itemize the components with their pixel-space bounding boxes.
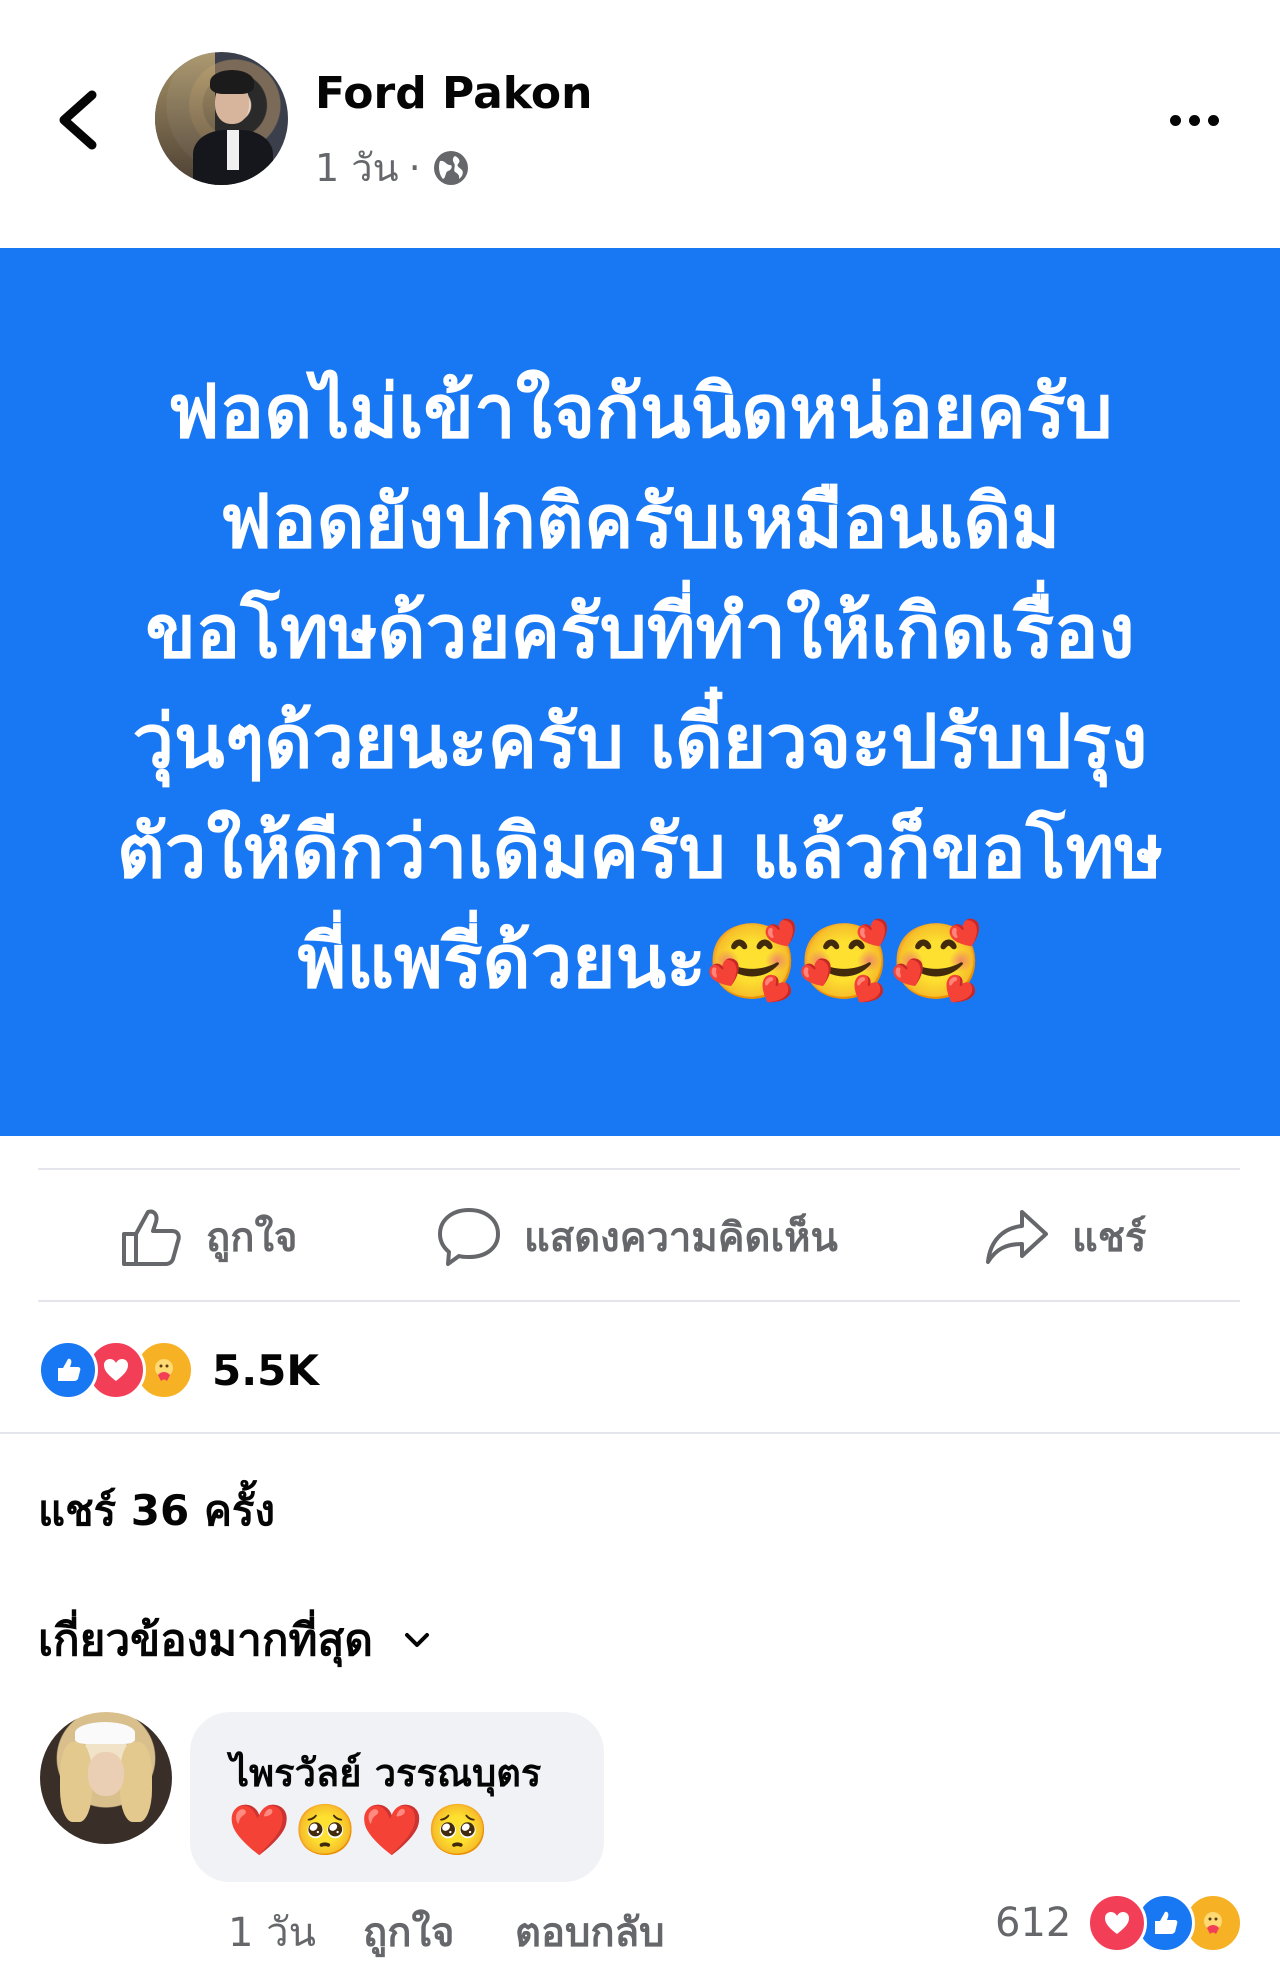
avatar-hair-right [120,1742,152,1822]
post-text: ฟอดไม่เข้าใจกันนิดหน่อยครับ ฟอดยังปกติคร… [116,369,1164,1005]
comment-sort-dropdown[interactable]: เกี่ยวข้องมากที่สุด [38,1605,435,1675]
post-body[interactable]: ฟอดไม่เข้าใจกันนิดหน่อยครับ ฟอดยังปกติคร… [0,248,1280,1136]
action-bar: ถูกใจ แสดงความคิดเห็น แชร์ [0,1172,1280,1302]
like-label: ถูกใจ [206,1215,298,1261]
like-button[interactable]: ถูกใจ [118,1172,297,1302]
meta-separator: · [408,145,421,190]
globe-icon [433,150,468,185]
author-name[interactable]: Ford Pakon [315,68,592,119]
post-time[interactable]: 1 วัน [315,137,399,198]
like-reaction-icon [38,1340,98,1400]
comment-text: ❤️🥺❤️🥺 [228,1801,494,1859]
comment-bubble-icon [438,1208,500,1266]
dot [1208,114,1219,126]
more-options-icon[interactable] [1170,105,1230,135]
share-label: แชร์ [1072,1215,1147,1261]
divider [38,1168,1240,1170]
comment-bubble[interactable]: ไพรวัลย์ วรรณบุตร ❤️🥺❤️🥺 [190,1712,604,1882]
comment-label: แสดงความคิดเห็น [524,1215,838,1261]
commenter-name[interactable]: ไพรวัลย์ วรรณบุตร [230,1742,541,1803]
thumbs-up-icon [122,1209,181,1266]
comment-time: 1 วัน [228,1910,316,1956]
comment-like-button[interactable]: ถูกใจ [363,1900,454,1964]
comment-reactions[interactable]: 612 [995,1893,1244,1953]
reactions-summary[interactable]: 5.5K [38,1340,319,1400]
avatar-face [88,1752,124,1796]
chevron-down-icon [404,1633,429,1647]
section-divider [0,1432,1280,1434]
reaction-count: 5.5K [212,1345,319,1395]
back-arrow-icon[interactable] [50,85,110,155]
share-arrow-icon [986,1210,1048,1264]
comment-reaction-count: 612 [995,1900,1072,1946]
dot [1189,114,1200,126]
love-reaction-icon [1087,1893,1148,1953]
commenter-avatar[interactable] [40,1712,172,1844]
avatar-hair [210,70,254,94]
avatar-shirt [227,130,239,170]
avatar-hat [75,1722,135,1744]
share-button[interactable]: แชร์ [984,1172,1146,1302]
avatar-hair-left [60,1742,92,1822]
divider [38,1300,1240,1302]
share-count[interactable]: แชร์ 36 ครั้ง [38,1478,275,1544]
comment-button[interactable]: แสดงความคิดเห็น [436,1172,838,1302]
post-meta: 1 วัน · [315,137,471,198]
post-header: Ford Pakon 1 วัน · [0,0,1280,245]
author-avatar[interactable] [155,52,288,185]
dot [1170,114,1181,126]
sort-label: เกี่ยวข้องมากที่สุด [38,1615,373,1666]
comment-reply-button[interactable]: ตอบกลับ [515,1900,665,1964]
